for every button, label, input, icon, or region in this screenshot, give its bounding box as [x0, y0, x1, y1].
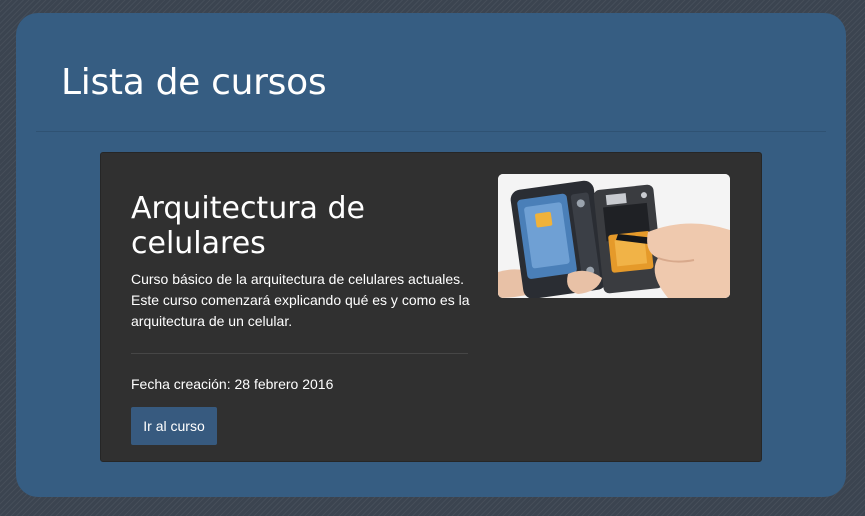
title-divider: [36, 131, 826, 132]
course-date: Fecha creación: 28 febrero 2016: [131, 376, 334, 392]
go-to-course-button[interactable]: Ir al curso: [131, 407, 217, 445]
course-description: Curso básico de la arquitectura de celul…: [131, 271, 470, 329]
course-list-panel: Lista de cursos Arquitectura de celulare…: [16, 13, 846, 497]
card-divider: [131, 353, 468, 354]
phone-disassembly-image: [498, 174, 730, 298]
course-image: [498, 174, 730, 298]
page-title: Lista de cursos: [61, 62, 327, 103]
course-card: Arquitectura de celulares Curso básico d…: [100, 152, 762, 462]
course-title: Arquitectura de celulares: [131, 191, 365, 261]
